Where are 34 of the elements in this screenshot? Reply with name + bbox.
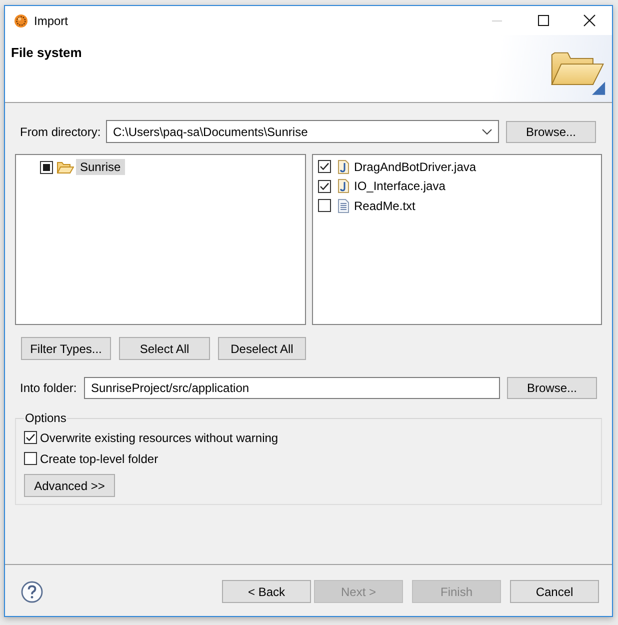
window-title: Import [34,14,68,28]
page-title: File system [11,45,82,60]
file-name[interactable]: IO_Interface.java [354,179,446,194]
java-file-icon [338,160,349,174]
checkbox-label[interactable]: Overwrite existing resources without warning [40,430,278,444]
selection-button[interactable]: Select All [119,337,210,360]
checkbox[interactable] [318,160,331,174]
help-icon[interactable] [21,580,43,602]
selection-button[interactable]: Filter Types... [21,337,111,360]
folder-field[interactable]: SunriseProject/src/application [84,377,500,399]
app-icon [14,14,28,28]
file-name[interactable]: DragAndBotDriver.java [354,160,476,174]
directory-combo[interactable]: C:\Users\paq-sa\Documents\Sunrise [106,120,499,143]
advanced-button[interactable]: Advanced >> [24,474,115,497]
checkbox[interactable] [318,180,331,193]
field-label: From directory: [20,124,102,138]
text-file-icon [338,198,349,213]
checkbox-label[interactable]: Create top-level folder [40,452,158,466]
tree-item[interactable]: Sunrise [76,159,125,175]
browse-button[interactable]: Browse... [507,377,597,399]
folder-icon [57,160,74,174]
browse-button[interactable]: Browse... [506,120,596,142]
wizard-button[interactable]: < Back [222,580,311,603]
file-name[interactable]: ReadMe.txt [354,198,416,213]
wizard-button[interactable]: Cancel [510,580,599,603]
java-file-icon [338,179,349,194]
field-label: Into folder: [20,381,78,395]
chevron-down-icon[interactable] [482,128,492,134]
checkbox[interactable] [318,199,331,212]
selection-button[interactable]: Deselect All [218,337,306,360]
group-title: Options [24,411,68,425]
checkbox[interactable] [24,431,37,444]
checkbox[interactable] [40,160,53,174]
checkbox[interactable] [24,452,37,465]
